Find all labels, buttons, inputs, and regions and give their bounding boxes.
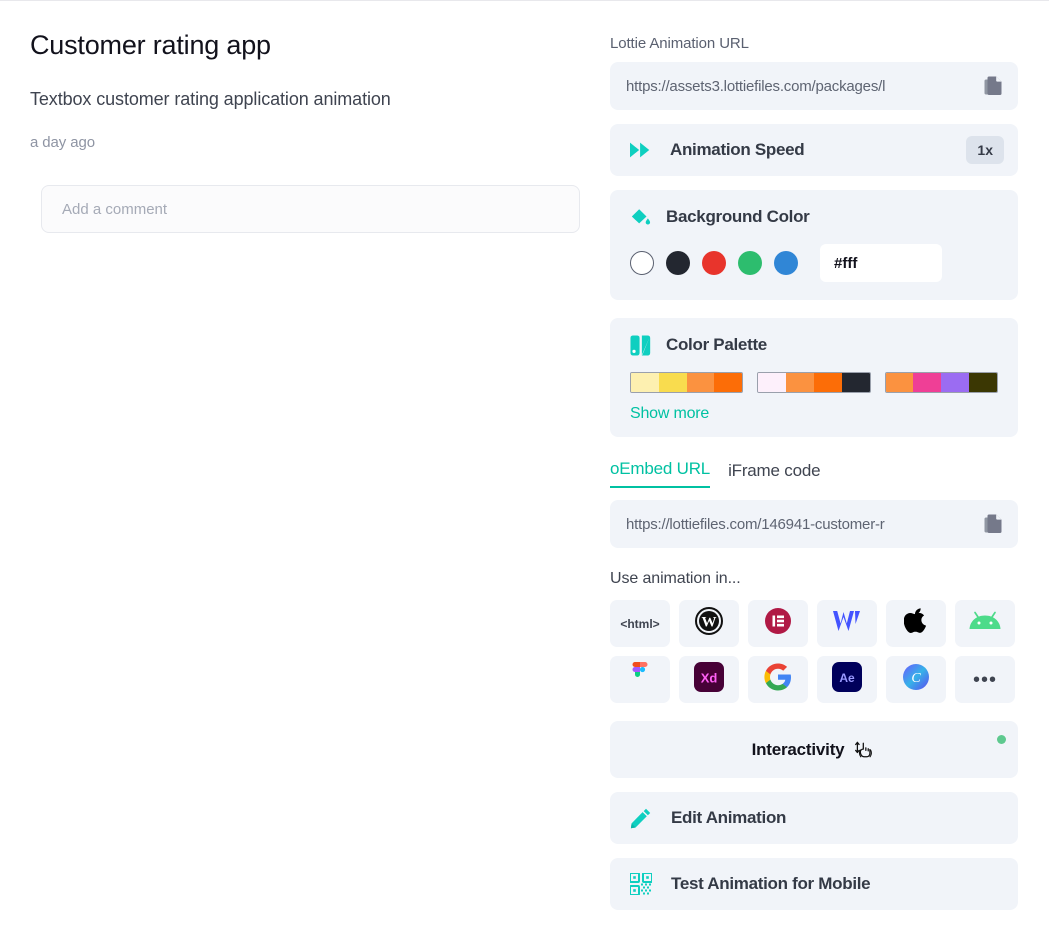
wordpress-icon: W bbox=[695, 607, 723, 640]
apple-icon bbox=[903, 607, 928, 640]
tab-iframe-code[interactable]: iFrame code bbox=[728, 461, 820, 488]
color-palette-card: Color Palette Show more bbox=[610, 318, 1018, 437]
tab-oembed-url[interactable]: oEmbed URL bbox=[610, 459, 710, 488]
color-swatch-white[interactable] bbox=[630, 251, 654, 275]
status-badge bbox=[997, 735, 1006, 744]
lottie-url-label: Lottie Animation URL bbox=[610, 35, 749, 52]
svg-text:Xd: Xd bbox=[701, 671, 718, 686]
android-icon bbox=[968, 611, 1002, 636]
app-tile-figma[interactable] bbox=[610, 656, 670, 703]
color-swatch-dark[interactable] bbox=[666, 251, 690, 275]
app-tile-after-effects[interactable]: Ae bbox=[817, 656, 877, 703]
page-title: Customer rating app bbox=[30, 30, 271, 60]
test-animation-mobile-label: Test Animation for Mobile bbox=[671, 874, 871, 893]
color-palette-swatches bbox=[630, 372, 998, 393]
hand-gesture-icon bbox=[854, 739, 876, 761]
palette-option-1[interactable] bbox=[630, 372, 744, 393]
color-swatch-green[interactable] bbox=[738, 251, 762, 275]
color-palette-label: Color Palette bbox=[666, 335, 767, 354]
color-swatch-red[interactable] bbox=[702, 251, 726, 275]
interactivity-label: Interactivity bbox=[751, 739, 845, 759]
lottie-url-value: https://assets3.lottiefiles.com/packages… bbox=[626, 77, 886, 95]
app-tile-canva[interactable]: C bbox=[886, 656, 946, 703]
embed-url-value: https://lottiefiles.com/146941-customer-… bbox=[626, 515, 885, 533]
more-dots-icon: ••• bbox=[972, 668, 997, 691]
after-effects-icon: Ae bbox=[831, 661, 863, 698]
svg-text:C: C bbox=[911, 671, 921, 686]
html-icon: <html> bbox=[620, 616, 660, 631]
elementor-icon bbox=[765, 608, 791, 639]
qr-code-icon bbox=[630, 873, 652, 895]
pencil-icon bbox=[630, 807, 652, 829]
lottie-url-field[interactable]: https://assets3.lottiefiles.com/packages… bbox=[610, 62, 1018, 110]
background-color-header: Background Color bbox=[630, 206, 998, 228]
app-tile-android[interactable] bbox=[955, 600, 1015, 647]
add-comment-input[interactable] bbox=[41, 185, 580, 234]
fast-forward-icon bbox=[630, 139, 652, 161]
app-tile-wordpress[interactable]: W bbox=[679, 600, 739, 647]
google-icon bbox=[764, 663, 792, 696]
app-tile-webflow[interactable] bbox=[817, 600, 877, 647]
interactivity-button[interactable]: Interactivity bbox=[610, 721, 1018, 778]
adobe-xd-icon: Xd bbox=[693, 661, 725, 698]
animation-timestamp: a day ago bbox=[30, 134, 95, 152]
animation-details-panel: Customer rating app Textbox customer rat… bbox=[30, 29, 590, 234]
hex-color-input[interactable] bbox=[820, 244, 942, 282]
edit-animation-label: Edit Animation bbox=[671, 808, 787, 827]
embed-url-field[interactable]: https://lottiefiles.com/146941-customer-… bbox=[610, 500, 1018, 548]
page-root: Customer rating app Textbox customer rat… bbox=[0, 0, 1049, 926]
background-color-swatches bbox=[630, 244, 998, 282]
app-tile-elementor[interactable] bbox=[748, 600, 808, 647]
edit-animation-button[interactable]: Edit Animation bbox=[610, 792, 1018, 844]
animation-description: Textbox customer rating application anim… bbox=[30, 89, 391, 110]
animation-speed-label: Animation Speed bbox=[670, 140, 805, 159]
app-tile-html[interactable]: <html> bbox=[610, 600, 670, 647]
svg-text:Ae: Ae bbox=[839, 671, 855, 685]
webflow-icon bbox=[831, 608, 863, 639]
animation-speed-row[interactable]: Animation Speed 1x bbox=[610, 124, 1018, 176]
background-color-card: Background Color bbox=[610, 190, 1018, 300]
palette-option-3[interactable] bbox=[884, 372, 998, 393]
comment-section bbox=[41, 185, 580, 234]
app-tile-adobe-xd[interactable]: Xd bbox=[679, 656, 739, 703]
use-animation-grid: <html> W Xd Ae C ••• bbox=[610, 600, 1018, 703]
palette-option-2[interactable] bbox=[757, 372, 871, 393]
use-animation-label: Use animation in... bbox=[610, 570, 741, 587]
test-animation-mobile-button[interactable]: Test Animation for Mobile bbox=[610, 858, 1018, 910]
show-more-link[interactable]: Show more bbox=[630, 405, 998, 423]
background-color-label: Background Color bbox=[666, 207, 810, 226]
animation-speed-value[interactable]: 1x bbox=[966, 136, 1004, 164]
app-tile-more[interactable]: ••• bbox=[955, 656, 1015, 703]
paint-bucket-icon bbox=[630, 206, 652, 228]
embed-tabs: oEmbed URL iFrame code bbox=[610, 459, 1018, 488]
copy-icon[interactable] bbox=[984, 513, 1004, 535]
color-palette-icon bbox=[630, 334, 652, 356]
figma-icon bbox=[630, 662, 650, 697]
color-palette-header: Color Palette bbox=[630, 334, 998, 356]
canva-icon: C bbox=[902, 663, 930, 696]
app-tile-apple[interactable] bbox=[886, 600, 946, 647]
color-swatch-blue[interactable] bbox=[774, 251, 798, 275]
app-tile-google[interactable] bbox=[748, 656, 808, 703]
animation-settings-panel: Lottie Animation URL https://assets3.lot… bbox=[610, 35, 1018, 910]
svg-text:W: W bbox=[702, 615, 717, 631]
copy-icon[interactable] bbox=[984, 75, 1004, 97]
